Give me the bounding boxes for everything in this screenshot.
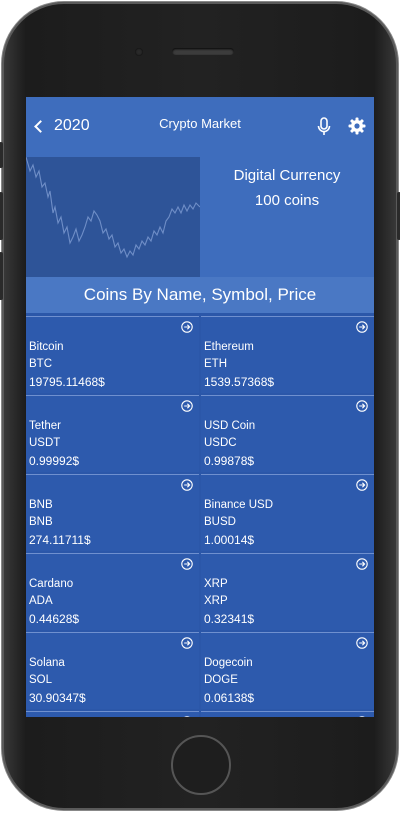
coin-price: 274.11711$ — [29, 533, 91, 547]
coin-symbol: SOL — [29, 674, 53, 686]
arrow-right-circle-icon[interactable] — [356, 558, 368, 570]
coin-price: 0.44628$ — [29, 612, 80, 626]
coin-symbol: BTC — [29, 358, 52, 370]
coin-name: Ethereum — [204, 341, 254, 353]
arrow-right-circle-icon[interactable] — [181, 400, 193, 412]
coin-card[interactable]: Bitcoin BTC 19795.11468$ — [26, 316, 199, 393]
coin-price: 0.06138$ — [204, 691, 255, 705]
coin-name: USD Coin — [204, 420, 256, 432]
coin-card[interactable]: XRP XRP 0.32341$ — [201, 553, 374, 630]
coin-symbol: DOGE — [204, 674, 238, 686]
coin-card[interactable] — [26, 711, 199, 717]
arrow-right-circle-icon[interactable] — [181, 558, 193, 570]
volume-up-button — [0, 192, 3, 240]
arrow-right-circle-icon[interactable] — [356, 479, 368, 491]
arrow-right-circle-icon[interactable] — [181, 321, 193, 333]
coin-price: 0.99878$ — [204, 454, 255, 468]
coin-name: BNB — [29, 499, 53, 511]
coin-symbol: USDT — [29, 437, 61, 449]
arrow-right-circle-icon[interactable] — [356, 321, 368, 333]
hero-heading: Digital Currency — [233, 167, 341, 184]
coin-price: 0.32341$ — [204, 612, 255, 626]
arrow-right-circle-icon[interactable] — [356, 716, 368, 717]
home-button[interactable] — [171, 735, 231, 795]
coin-name: Binance USD — [204, 499, 274, 511]
coin-price: 1539.57368$ — [204, 375, 275, 389]
app-screen: 2020 Crypto Market Digital Currency 100 … — [26, 97, 374, 717]
coin-card[interactable]: Cardano ADA 0.44628$ — [26, 553, 199, 630]
coin-name: Tether — [29, 420, 61, 432]
hero-summary: Digital Currency 100 coins — [200, 157, 374, 277]
coin-symbol: ADA — [29, 595, 53, 607]
coin-symbol: BNB — [29, 516, 53, 528]
coin-price: 19795.11468$ — [29, 375, 105, 389]
coin-card[interactable]: Solana SOL 30.90347$ — [26, 632, 199, 709]
section-heading: Coins By Name, Symbol, Price — [26, 277, 374, 313]
arrow-right-circle-icon[interactable] — [356, 400, 368, 412]
coin-name: XRP — [204, 578, 228, 590]
coin-name: Solana — [29, 657, 65, 669]
arrow-right-circle-icon[interactable] — [181, 716, 193, 717]
settings-gear-icon[interactable] — [348, 117, 366, 135]
coin-card[interactable]: Dogecoin DOGE 0.06138$ — [201, 632, 374, 709]
coin-card[interactable]: Ethereum ETH 1539.57368$ — [201, 316, 374, 393]
earpiece-speaker — [172, 48, 234, 55]
coin-price: 1.00014$ — [204, 533, 255, 547]
price-sparkline-chart — [26, 156, 201, 277]
coin-symbol: USDC — [204, 437, 237, 449]
arrow-right-circle-icon[interactable] — [181, 637, 193, 649]
app-header: 2020 Crypto Market — [26, 97, 374, 157]
volume-down-button — [0, 252, 3, 300]
coin-price: 30.90347$ — [29, 691, 86, 705]
coin-price: 0.99992$ — [29, 454, 80, 468]
coin-symbol: XRP — [204, 595, 228, 607]
coin-card[interactable]: BNB BNB 274.11711$ — [26, 474, 199, 551]
coin-name: Cardano — [29, 578, 74, 590]
microphone-icon[interactable] — [316, 117, 332, 137]
arrow-right-circle-icon[interactable] — [356, 637, 368, 649]
arrow-right-circle-icon[interactable] — [181, 479, 193, 491]
front-camera — [135, 48, 143, 56]
coin-card[interactable]: Tether USDT 0.99992$ — [26, 395, 199, 472]
coin-count: 100 coins — [254, 192, 320, 209]
coin-symbol: ETH — [204, 358, 227, 370]
coin-name: Dogecoin — [204, 657, 253, 669]
sparkline-graphic — [26, 156, 201, 259]
mute-switch — [0, 142, 3, 168]
coin-name: Bitcoin — [29, 341, 64, 353]
coin-card[interactable]: Binance USD BUSD 1.00014$ — [201, 474, 374, 551]
coin-grid: Bitcoin BTC 19795.11468$ Ethereum ETH 15… — [26, 316, 374, 717]
coin-card[interactable]: USD Coin USDC 0.99878$ — [201, 395, 374, 472]
coin-card[interactable] — [201, 711, 374, 717]
coin-symbol: BUSD — [204, 516, 236, 528]
